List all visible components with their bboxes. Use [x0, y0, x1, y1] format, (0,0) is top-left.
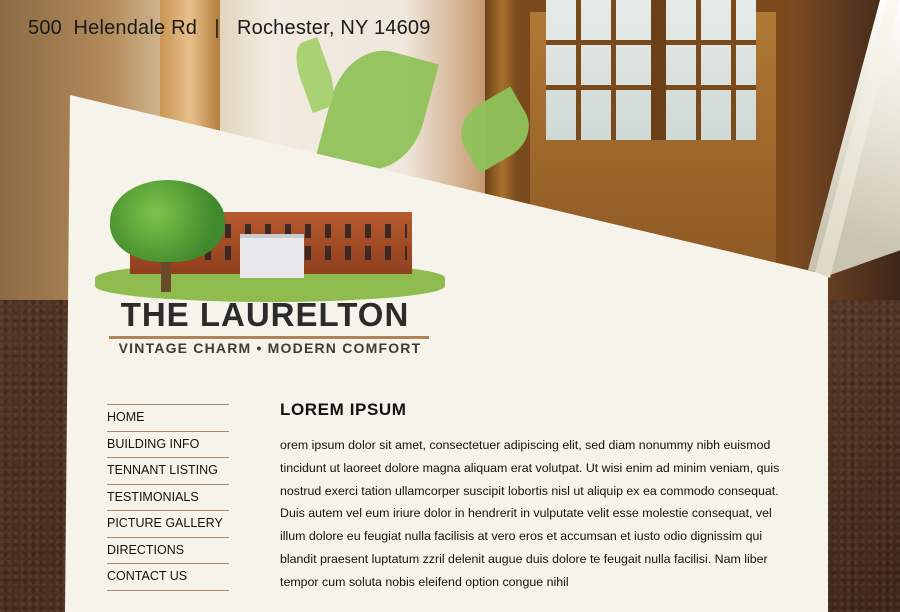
nav-item-tennant-listing[interactable]: TENNANT LISTING — [107, 458, 229, 485]
logo-tree-icon — [110, 180, 225, 262]
page-title: LOREM IPSUM — [280, 400, 407, 419]
header-address: 500 Helendale Rd | Rochester, NY 14609 — [28, 17, 431, 39]
logo-title: THE LAURELTON — [120, 296, 410, 333]
logo-portico — [240, 234, 304, 278]
body-paragraph: orem ipsum dolor sit amet, consectetuer … — [280, 438, 780, 589]
door-window-panes — [546, 0, 756, 140]
logo-tagline: VINTAGE CHARM • MODERN COMFORT — [118, 340, 422, 356]
laurelton-logo[interactable]: THE LAURELTON VINTAGE CHARM • MODERN COM… — [95, 180, 445, 360]
nav-item-contact-us[interactable]: CONTACT US — [107, 564, 229, 591]
nav-item-testimonials[interactable]: TESTIMONIALS — [107, 485, 229, 511]
nav-item-picture-gallery[interactable]: PICTURE GALLERY — [107, 511, 229, 538]
main-navigation: HOME BUILDING INFO TENNANT LISTING TESTI… — [107, 404, 229, 591]
nav-item-directions[interactable]: DIRECTIONS — [107, 538, 229, 564]
nav-item-building-info[interactable]: BUILDING INFO — [107, 432, 229, 458]
logo-divider — [109, 336, 429, 339]
nav-item-home[interactable]: HOME — [107, 405, 229, 432]
